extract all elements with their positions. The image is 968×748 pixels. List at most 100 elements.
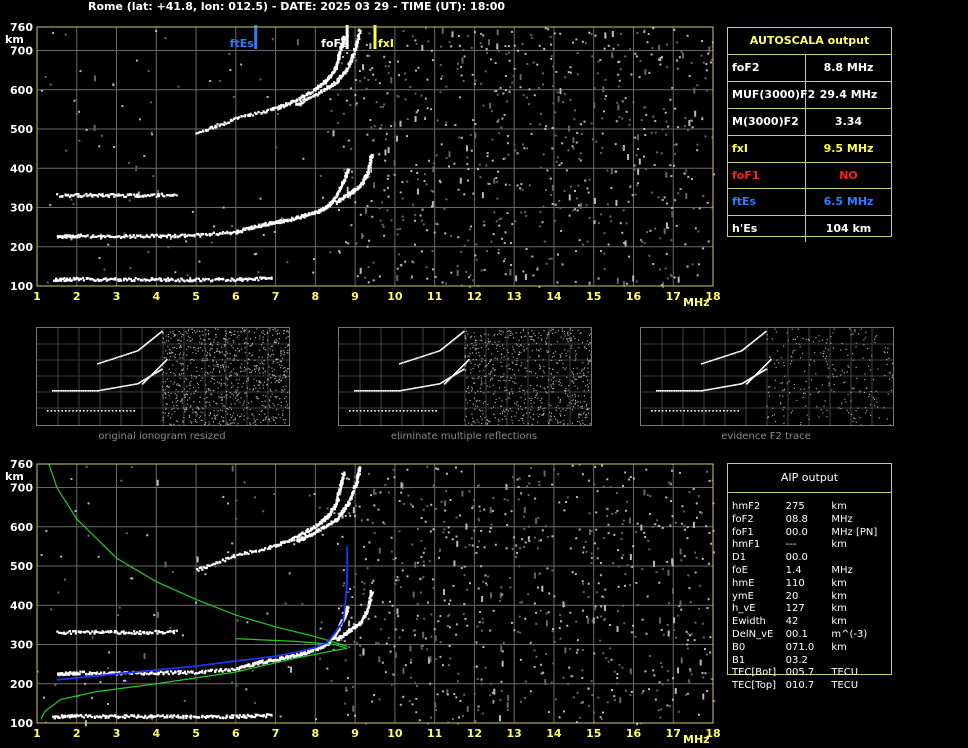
trace-point [262, 714, 265, 717]
trace-point [219, 278, 223, 281]
trace-point [360, 620, 363, 623]
trace-point [331, 84, 335, 88]
trace-point [82, 670, 85, 673]
trace-point [255, 276, 258, 279]
trace-point [142, 235, 145, 238]
trace-point [63, 715, 67, 719]
trace-point [353, 52, 356, 55]
x-tick-label: 11 [427, 290, 442, 303]
trace-point [339, 487, 342, 491]
trace-point [79, 630, 82, 633]
x-tick-label: 1 [33, 727, 41, 740]
x-tick-label: 3 [113, 727, 121, 740]
trace-point [199, 235, 202, 238]
trace-point [142, 673, 145, 676]
trace-point [269, 547, 272, 550]
trace-point [55, 277, 58, 280]
trace-point [157, 714, 160, 717]
aip-row: Ewidth 42 km [728, 616, 891, 629]
trace-point [344, 178, 347, 182]
trace-point [164, 631, 167, 635]
trace-point [166, 277, 170, 280]
trace-point [270, 276, 273, 279]
trace-point [207, 277, 210, 281]
trace-point [253, 227, 256, 230]
aip-unit: km [831, 539, 847, 551]
x-tick-label: 15 [586, 727, 601, 740]
trace-point [341, 476, 344, 479]
trace-point [248, 665, 252, 668]
trace-point [308, 211, 311, 215]
trace-point [183, 235, 186, 239]
trace-point [81, 276, 85, 280]
autoscala-key: foF1 [728, 162, 806, 189]
trace-point [104, 194, 108, 197]
x-tick-label: 3 [113, 290, 121, 303]
trace-point [176, 236, 179, 239]
trace-point [258, 223, 261, 226]
trace-point [201, 233, 205, 236]
trace-point [257, 110, 260, 114]
aip-value: 00.0 [785, 552, 808, 564]
trace-point [74, 629, 77, 633]
trace-point [295, 98, 299, 101]
trace-point [369, 590, 372, 593]
trace-point [226, 232, 229, 235]
trace-point [157, 195, 161, 198]
aip-unit: km [831, 616, 847, 628]
trace-point [335, 202, 339, 205]
trace-point [333, 82, 337, 85]
trace-point [128, 715, 131, 719]
trace-point [252, 550, 255, 553]
trace-point [219, 667, 223, 671]
trace-point [183, 280, 186, 283]
trace-point [356, 480, 359, 483]
trace-point [221, 670, 224, 673]
trace-point [319, 529, 322, 532]
aip-unit: m^(-3) [831, 628, 868, 640]
trace-point [165, 280, 168, 283]
trace-point [344, 507, 348, 511]
trace-point [102, 195, 105, 198]
trace-point [110, 714, 113, 717]
trace-point [133, 279, 136, 282]
aip-output-panel: AIP output hmF2 275 km foF2 08.8 MHz foF1 00.0 M… [727, 463, 892, 691]
trace-f-ordinary [56, 168, 351, 240]
autoscala-value: 6.5 MHz [823, 195, 874, 209]
trace-point [187, 279, 190, 283]
aip-value: 1.4 [785, 564, 802, 576]
trace-point [243, 716, 246, 719]
trace-point [240, 115, 243, 118]
trace-point [249, 112, 252, 115]
aip-key: ymE [732, 590, 754, 602]
autoscala-row: ftEs 6.5 MHz [728, 189, 891, 217]
y-tick-label: 200 [10, 678, 33, 691]
trace-point [194, 279, 197, 282]
trace-point [110, 235, 113, 238]
trace-point [130, 632, 133, 635]
aip-key: TEC[Top] [732, 680, 777, 692]
x-tick-label: 2 [73, 727, 81, 740]
aip-row: foE 1.4 MHz [728, 565, 891, 578]
trace-point [225, 122, 228, 125]
aip-key: Ewidth [732, 616, 766, 628]
aip-row: D1 00.0 [728, 552, 891, 565]
trace-point [236, 278, 239, 281]
aip-row: hmF1 --- km [728, 539, 891, 552]
trace-point [173, 193, 176, 196]
aip-row: ymE 20 km [728, 591, 891, 604]
trace-point [82, 716, 86, 719]
trace-point [255, 226, 258, 229]
trace-point [208, 714, 211, 718]
autoscala-row: M(3000)F2 3.34 [728, 108, 891, 136]
marker-label-fxi: fxI [378, 37, 394, 50]
trace-point [353, 490, 356, 493]
trace-point [261, 659, 264, 662]
trace-point [335, 66, 339, 69]
trace-point [234, 668, 237, 672]
thumbnail-original [36, 327, 291, 427]
trace-point [162, 673, 165, 676]
y-tick-label: 700 [10, 482, 33, 495]
trace-point [110, 630, 113, 633]
trace-point [303, 94, 306, 98]
